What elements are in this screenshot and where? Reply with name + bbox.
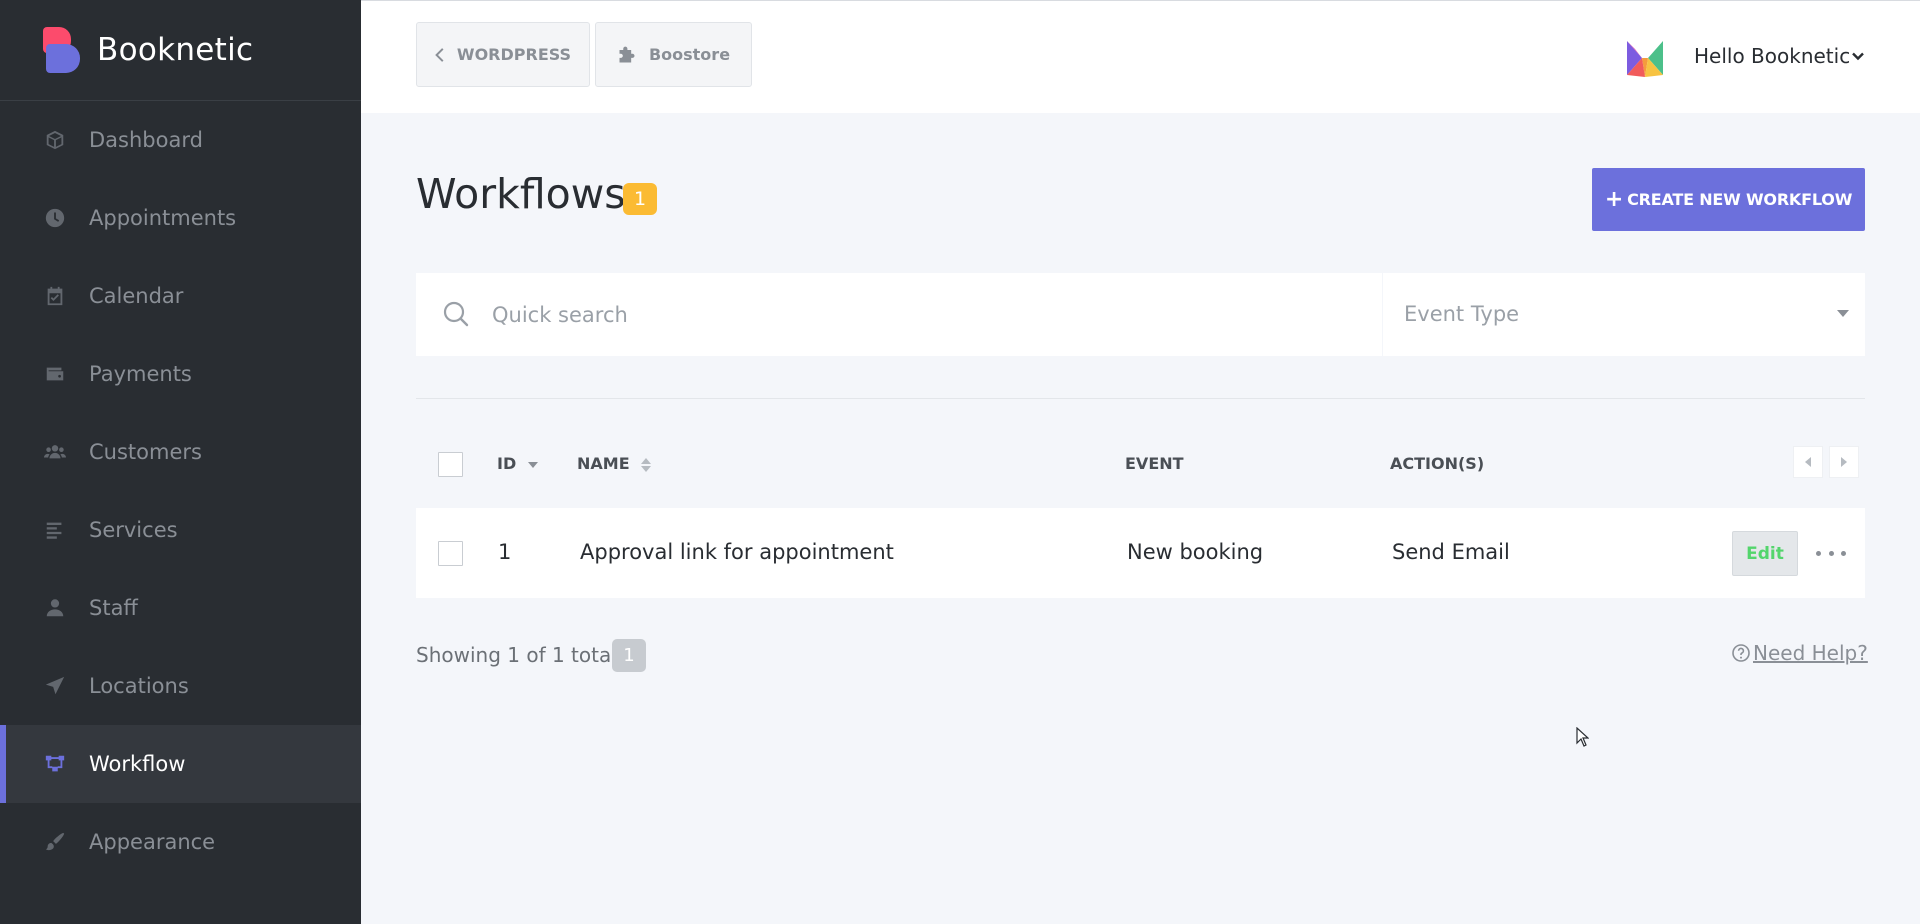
column-header-event: EVENT [1125, 454, 1184, 473]
page-number-button[interactable]: 1 [612, 639, 646, 672]
sidebar-nav: Dashboard Appointments Calendar Payments… [0, 101, 361, 881]
column-header-label: ID [497, 454, 517, 473]
arrow-right-icon [1841, 457, 1847, 467]
user-greeting[interactable]: Hello Booknetic [1694, 44, 1850, 68]
puzzle-icon [619, 46, 635, 62]
arrow-left-icon [1805, 457, 1811, 467]
cube-icon [43, 128, 67, 152]
select-all-checkbox[interactable] [438, 452, 463, 477]
users-icon [43, 440, 67, 464]
create-workflow-button[interactable]: + CREATE NEW WORKFLOW [1592, 168, 1865, 231]
sidebar-item-calendar[interactable]: Calendar [0, 257, 361, 335]
sidebar-item-staff[interactable]: Staff [0, 569, 361, 647]
sidebar-item-label: Services [89, 518, 178, 542]
booknetic-logo-icon [43, 27, 80, 73]
sidebar-item-workflow[interactable]: Workflow [0, 725, 361, 803]
total-count-text: Showing 1 of 1 total [416, 643, 617, 667]
column-header-id[interactable]: ID [497, 454, 538, 473]
sort-desc-icon [527, 461, 538, 468]
cell-event: New booking [1127, 540, 1264, 564]
user-avatar-logo-icon[interactable] [1627, 39, 1663, 77]
clock-icon [43, 206, 67, 230]
sidebar-item-label: Appointments [89, 206, 237, 230]
cell-name: Approval link for appointment [580, 540, 894, 564]
list-icon [43, 518, 67, 542]
sidebar-item-customers[interactable]: Customers [0, 413, 361, 491]
brand-name: Booknetic [97, 32, 254, 68]
wallet-icon [43, 362, 67, 386]
top-bar: WORDPRESS Boostore Hello Booknetic [361, 0, 1920, 113]
sidebar-item-locations[interactable]: Locations [0, 647, 361, 725]
sidebar-item-label: Workflow [89, 752, 186, 776]
event-type-select[interactable]: Event Type [1383, 273, 1865, 356]
search-box [416, 273, 1382, 356]
more-options-icon[interactable] [1816, 542, 1846, 564]
sidebar-item-services[interactable]: Services [0, 491, 361, 569]
sidebar: Booknetic Dashboard Appointments Calenda… [0, 0, 361, 924]
column-header-name[interactable]: NAME [577, 454, 652, 473]
table-row[interactable]: 1 Approval link for appointment New book… [416, 508, 1865, 598]
scroll-right-button[interactable] [1829, 446, 1859, 478]
sidebar-item-appointments[interactable]: Appointments [0, 179, 361, 257]
column-header-actions: ACTION(S) [1390, 454, 1485, 473]
table-header: ID NAME EVENT ACTION(S) [416, 440, 1865, 490]
boostore-button[interactable]: Boostore [595, 22, 752, 87]
calendar-icon [43, 284, 67, 308]
cell-id: 1 [498, 540, 512, 564]
boostore-label: Boostore [648, 45, 731, 64]
create-workflow-label: CREATE NEW WORKFLOW [1627, 190, 1853, 209]
sidebar-item-payments[interactable]: Payments [0, 335, 361, 413]
brush-icon [43, 830, 67, 854]
scroll-left-button[interactable] [1793, 446, 1823, 478]
question-circle-icon [1732, 644, 1750, 662]
sidebar-item-label: Payments [89, 362, 192, 386]
sidebar-item-appearance[interactable]: Appearance [0, 803, 361, 881]
plus-icon: + [1604, 186, 1624, 212]
cell-actions: Send Email [1392, 540, 1510, 564]
edit-button[interactable]: Edit [1732, 531, 1798, 576]
workflow-icon [43, 752, 67, 776]
location-arrow-icon [43, 674, 67, 698]
event-type-placeholder: Event Type [1404, 302, 1520, 326]
sidebar-item-label: Calendar [89, 284, 184, 308]
sidebar-item-label: Dashboard [89, 128, 203, 152]
sidebar-item-label: Appearance [89, 830, 216, 854]
page-title: Workflows [416, 170, 626, 218]
chevron-down-icon[interactable] [1851, 49, 1865, 63]
workflow-count-badge: 1 [623, 183, 657, 215]
wordpress-label: WORDPRESS [456, 45, 572, 64]
need-help-label: Need Help? [1753, 641, 1868, 665]
sidebar-item-dashboard[interactable]: Dashboard [0, 101, 361, 179]
sidebar-item-label: Staff [89, 596, 138, 620]
search-input[interactable] [492, 297, 1352, 333]
row-checkbox[interactable] [438, 541, 463, 566]
divider [416, 398, 1865, 399]
mouse-cursor-icon [1576, 727, 1589, 747]
need-help-link[interactable]: Need Help? [1731, 641, 1868, 665]
sort-icon [641, 457, 652, 472]
wordpress-back-button[interactable]: WORDPRESS [416, 22, 590, 87]
user-icon [43, 596, 67, 620]
column-header-label: NAME [577, 454, 630, 473]
brand[interactable]: Booknetic [0, 0, 361, 101]
search-icon [443, 301, 469, 327]
chevron-left-icon [435, 47, 444, 62]
sidebar-item-label: Locations [89, 674, 189, 698]
caret-down-icon [1837, 310, 1849, 317]
sidebar-item-label: Customers [89, 440, 202, 464]
